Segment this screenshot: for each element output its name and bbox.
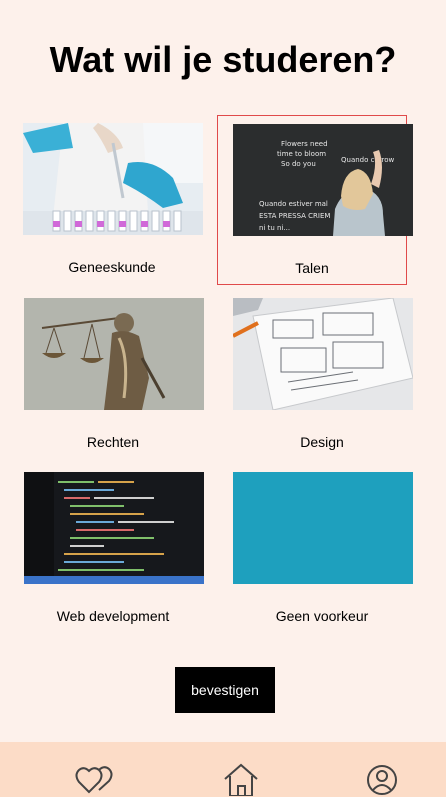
confirm-button[interactable]: bevestigen [175, 667, 275, 713]
profile-icon[interactable] [364, 762, 402, 796]
chalk-line-7: ni tu ni... [259, 224, 290, 232]
code-on-screen-photo [24, 472, 204, 584]
option-label: Geen voorkeur [275, 608, 369, 624]
chalk-line-6: ESTA PRESSA CRIEM [259, 212, 330, 220]
home-icon[interactable] [222, 762, 260, 796]
option-card-geneeskunde[interactable]: Geneeskunde [17, 117, 207, 287]
option-card-talen[interactable]: Flowers need time to bloom So do you Qua… [217, 115, 413, 285]
option-card-web-development[interactable]: Web development [18, 466, 208, 636]
bottom-nav [0, 742, 446, 797]
hearts-icon[interactable] [75, 762, 113, 796]
option-card-geen-voorkeur[interactable]: Geen voorkeur [227, 466, 417, 636]
wireframe-sketches-photo [233, 298, 413, 410]
chalkboard-writing-photo: Flowers need time to bloom So do you Qua… [233, 124, 413, 236]
option-label: Design [300, 434, 344, 450]
chalk-line-3: So do you [281, 160, 316, 168]
page-title: Wat wil je studeren? [49, 39, 397, 80]
option-label: Talen [295, 260, 329, 276]
chalk-line-5: Quando estiver mal [259, 200, 328, 208]
chalk-line-2: time to bloom [277, 150, 326, 158]
option-card-design[interactable]: Design [227, 292, 417, 462]
option-card-rechten[interactable]: Rechten [18, 292, 208, 462]
lady-justice-statue-photo [24, 298, 204, 410]
chalk-line-1: Flowers need [281, 140, 328, 148]
option-label: Geneeskunde [68, 259, 156, 275]
option-label: Rechten [86, 434, 140, 450]
lab-pipette-photo [23, 123, 203, 235]
option-label: Web development [56, 608, 170, 624]
chalk-line-4: Quando carrow [341, 156, 395, 164]
turquoise-water-photo [233, 472, 413, 584]
